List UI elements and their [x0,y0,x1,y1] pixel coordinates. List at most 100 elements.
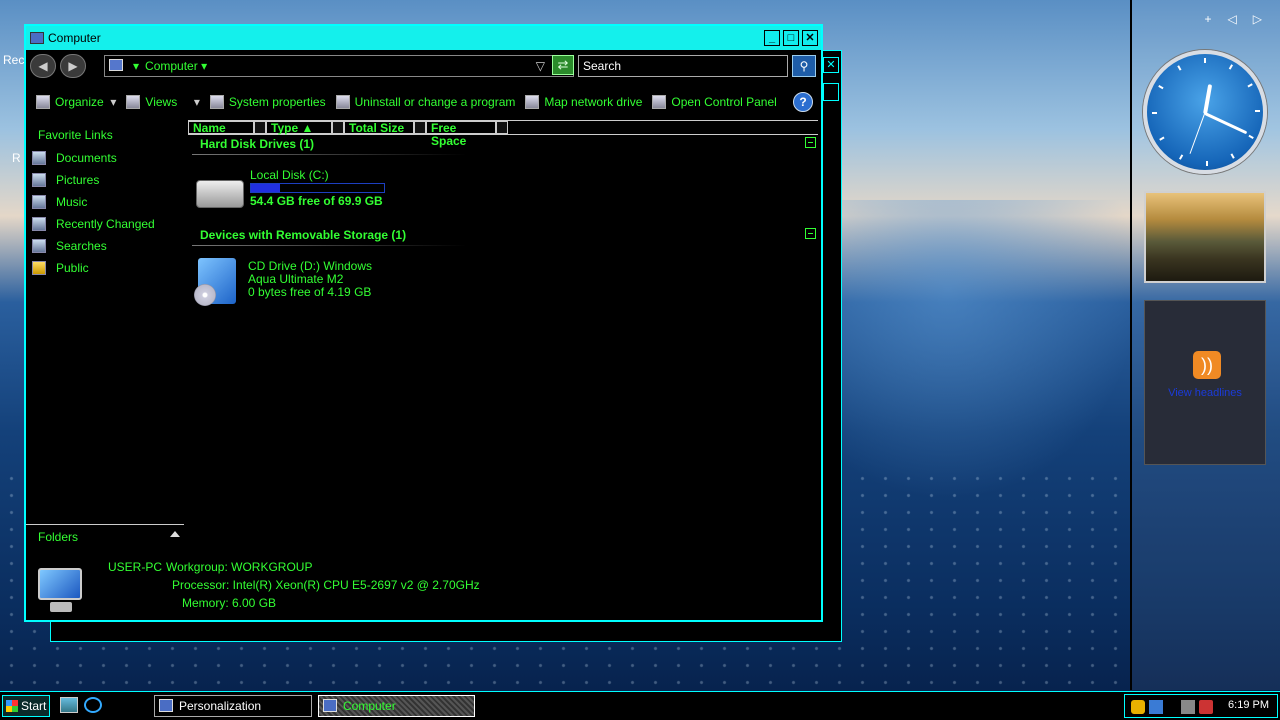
address-bar-row: ◀ ▶ ▾ Computer ▾ ▽ ⇄ Search ⚲ [26,52,821,80]
column-total-size-dropdown[interactable] [414,121,426,134]
start-button[interactable]: Start [2,695,50,717]
music-icon [32,195,46,209]
group-divider [192,154,467,155]
minimize-button[interactable]: _ [764,30,780,46]
column-total-size[interactable]: Total Size [344,121,414,135]
drive-c-usage-fill [251,184,281,192]
background-close-button[interactable]: ✕ [823,57,839,73]
map-network-drive-button[interactable]: Map network drive [525,95,642,109]
breadcrumb-dropdown-icon[interactable]: ▾ [201,59,207,73]
column-name[interactable]: Name [188,121,254,135]
maximize-button[interactable]: □ [783,30,799,46]
drive-d-name-line1[interactable]: CD Drive (D:) Windows [248,259,372,273]
taskbar-personalization[interactable]: Personalization [154,695,312,717]
details-memory: Memory: 6.00 GB [182,596,277,610]
column-headers: Name Type ▲ Total Size Free Space [188,120,818,148]
prev-page-icon[interactable]: ◁ [1228,12,1237,26]
clock-gadget[interactable] [1143,50,1267,174]
collapse-group-button[interactable] [805,137,816,148]
add-gadget-icon[interactable]: + [1205,12,1212,26]
column-name-dropdown[interactable] [254,121,266,134]
search-input[interactable]: Search [578,55,788,77]
network-icon[interactable] [1181,700,1195,714]
navigation-pane: Favorite Links Documents Pictures Music … [26,116,184,526]
nav-label: Recently Changed [56,217,155,231]
taskbar-computer[interactable]: Computer [318,695,475,717]
hard-drive-icon[interactable] [196,180,244,208]
nav-recently-changed[interactable]: Recently Changed [32,217,155,231]
map-drive-label: Map network drive [544,95,643,109]
task-label: Computer [343,699,396,713]
system-properties-button[interactable]: System properties [209,95,326,109]
column-type[interactable]: Type ▲ [266,121,332,135]
forward-button[interactable]: ▶ [60,54,86,78]
personalization-icon [159,699,173,712]
system-properties-icon [209,95,224,109]
group-removable-storage[interactable]: Devices with Removable Storage (1) [200,228,406,242]
nav-label: Music [56,195,88,209]
cd-drive-icon[interactable] [194,258,236,306]
windows-update-icon[interactable] [1149,700,1163,714]
command-bar: Organize ▾ Views ▾ System properties Uni… [26,90,821,114]
taskbar-clock[interactable]: 6:19 PM [1228,699,1269,711]
nav-documents[interactable]: Documents [32,151,117,165]
collapse-group-button[interactable] [805,228,816,239]
breadcrumb-arrow-icon[interactable]: ▾ [133,59,139,73]
back-button[interactable]: ◀ [30,54,56,78]
show-desktop-icon[interactable] [60,697,78,713]
organize-icon [36,95,50,109]
nav-label: Documents [56,151,117,165]
control-panel-label: Open Control Panel [671,95,777,109]
group-hard-disk-drives[interactable]: Hard Disk Drives (1) [200,137,314,151]
feed-headlines-gadget[interactable]: )) View headlines [1144,300,1266,465]
drive-c-name[interactable]: Local Disk (C:) [250,168,329,182]
desktop-wallpaper [820,200,1140,500]
clock-tick [1206,161,1208,166]
drive-c-free-space: 54.4 GB free of 69.9 GB [250,194,383,208]
control-panel-icon [652,95,667,109]
column-type-label: Type [271,121,299,135]
column-free-space[interactable]: Free Space [426,121,496,148]
close-button[interactable]: ✕ [802,30,818,46]
drive-d-free-space: 0 bytes free of 4.19 GB [248,285,372,299]
address-history-dropdown[interactable]: ▽ [536,56,545,76]
background-help-icon[interactable] [823,83,839,101]
slideshow-gadget[interactable] [1144,191,1266,283]
chevron-down-icon: ▾ [193,95,200,109]
nav-pictures[interactable]: Pictures [32,173,99,187]
views-button[interactable]: Views ▾ [126,95,200,109]
second-hand [1189,112,1206,155]
computer-window[interactable]: Computer _ □ ✕ ◀ ▶ ▾ Computer ▾ ▽ ⇄ Searc… [24,24,823,622]
nav-public[interactable]: Public [32,261,89,275]
nav-searches[interactable]: Searches [32,239,107,253]
clock-tick [1159,136,1165,141]
address-bar[interactable]: ▾ Computer ▾ ▽ [104,55,574,77]
title-bar[interactable]: Computer _ □ ✕ [26,26,821,50]
folders-toggle[interactable]: Folders [26,524,184,546]
breadcrumb-computer[interactable]: Computer [145,59,198,73]
desktop-icon-label[interactable]: R [12,151,21,165]
volume-muted-icon[interactable] [1199,700,1213,714]
view-headlines-link[interactable]: View headlines [1145,387,1265,399]
drive-d-name-line2[interactable]: Aqua Ultimate M2 [248,272,343,286]
search-button[interactable]: ⚲ [792,55,816,77]
computer-monitor-icon [34,568,90,616]
open-control-panel-button[interactable]: Open Control Panel [652,95,777,109]
clock-tick [1230,153,1235,159]
recycle-bin-label[interactable]: Rec [3,53,24,67]
organize-button[interactable]: Organize ▾ [36,95,116,109]
views-icon [126,95,141,109]
column-free-space-dropdown[interactable] [496,121,508,134]
uninstall-program-button[interactable]: Uninstall or change a program [335,95,515,109]
notification-area: 6:19 PM [1124,694,1278,718]
help-icon[interactable]: ? [793,92,813,112]
next-page-icon[interactable]: ▷ [1253,12,1262,26]
nav-music[interactable]: Music [32,195,87,209]
column-type-dropdown[interactable] [332,121,344,134]
favorite-links-heading: Favorite Links [38,128,113,142]
security-shield-icon[interactable] [1131,700,1145,714]
drive-c-usage-bar [250,183,385,193]
details-workgroup: Workgroup: WORKGROUP [166,560,313,574]
internet-explorer-icon[interactable] [84,697,102,713]
refresh-button[interactable]: ⇄ [552,55,574,75]
